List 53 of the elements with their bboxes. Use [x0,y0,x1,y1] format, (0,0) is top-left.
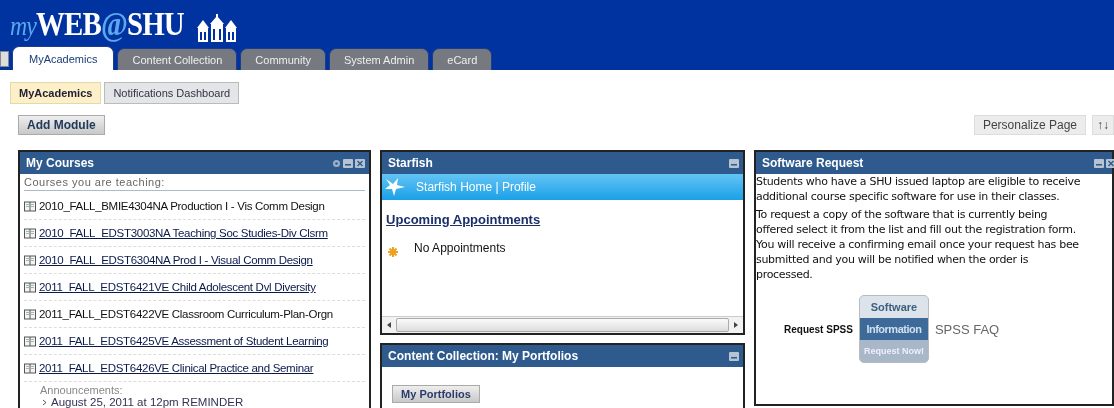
settings-icon[interactable] [332,158,342,168]
request-label: Request SPSS [784,323,853,335]
chevron-icon [42,398,47,406]
paragraph: To request a copy of the software that is currently being offered select it from the list and fill out the registration form. You will receive a confirming email once your request has bee submitted and you will be notified when the order is processed. [756,207,1080,282]
course-link[interactable]: 2011_FALL_EDST6421VE Child Adolescent Dvl Diversity [39,281,316,293]
nav-tab[interactable]: Community [240,48,326,70]
book-icon [24,308,36,320]
nav-tab[interactable]: MyAcademics [12,46,115,70]
course-link[interactable]: 2010_FALL_EDST6304NA Prod I - Visual Comm Design [39,254,313,266]
scroll-handle[interactable] [0,51,9,67]
minimize-icon[interactable] [729,158,739,168]
announcement-link[interactable]: August 25, 2011 at 12pm REMINDER [51,396,244,408]
panel-title: Starfish [388,156,433,170]
my-portfolios-button[interactable]: My Portfolios [392,385,480,403]
site-logo[interactable]: myWEB@SHU [10,4,184,46]
scroll-thumb[interactable] [396,318,729,332]
sub-tab[interactable]: MyAcademics [10,82,102,104]
faq-link[interactable]: SPSS FAQ [934,321,1000,337]
book-icon [24,227,36,239]
close-icon[interactable] [355,158,366,168]
paragraph: Students who have a SHU issued laptop are eligible to receive additional course specific software for use in their classes. [756,174,1082,204]
reorder-button[interactable]: ↑↓ [1092,115,1114,135]
course-link[interactable]: 2011_FALL_EDST6426VE Clinical Practice and Seminar [39,362,314,374]
nav-tab[interactable]: eCard [432,48,493,70]
church-icon [196,14,237,42]
empty-message: No Appointments [414,241,506,255]
panel-title: My Courses [26,156,95,170]
section-link[interactable]: Upcoming Appointments [386,212,541,227]
nav-tab[interactable]: Content Collection [117,48,238,70]
book-icon [24,254,36,266]
course-link[interactable]: 2010_FALL_EDST3003NA Teaching Soc Studies-Div Clsrm [39,227,328,239]
panel-title: Software Request [762,156,864,170]
panel-title: Content Collection: My Portfolios [388,349,579,363]
sub-tab[interactable]: Notifications Dashboard [104,82,240,104]
book-icon [24,281,36,293]
asterisk-icon [388,247,399,257]
software-info-button[interactable]: Software Information Request Now! [858,295,929,363]
course-link[interactable]: 2010_FALL_BMIE4304NA Production I - Vis Comm Design [39,200,325,212]
book-icon [24,362,36,374]
close-icon[interactable] [1106,158,1114,168]
add-module-button[interactable]: Add Module [18,115,105,135]
minimize-icon[interactable] [343,158,354,168]
nav-tab[interactable]: System Admin [329,48,430,70]
section-heading: Courses you are teaching: [24,176,366,191]
course-link[interactable]: 2011_FALL_EDST6425VE Assessment of Student Learning [39,335,329,347]
minimize-icon[interactable] [729,351,739,361]
announcements-label: Announcements: [39,383,124,396]
book-icon [24,335,36,347]
personalize-page-button[interactable]: Personalize Page [973,115,1086,135]
book-icon [24,200,36,212]
horizontal-scrollbar[interactable] [382,316,743,333]
minimize-icon[interactable] [1094,158,1104,168]
course-link[interactable]: 2011_FALL_EDST6422VE Classroom Curriculum-Plan-Orgn [39,308,333,320]
